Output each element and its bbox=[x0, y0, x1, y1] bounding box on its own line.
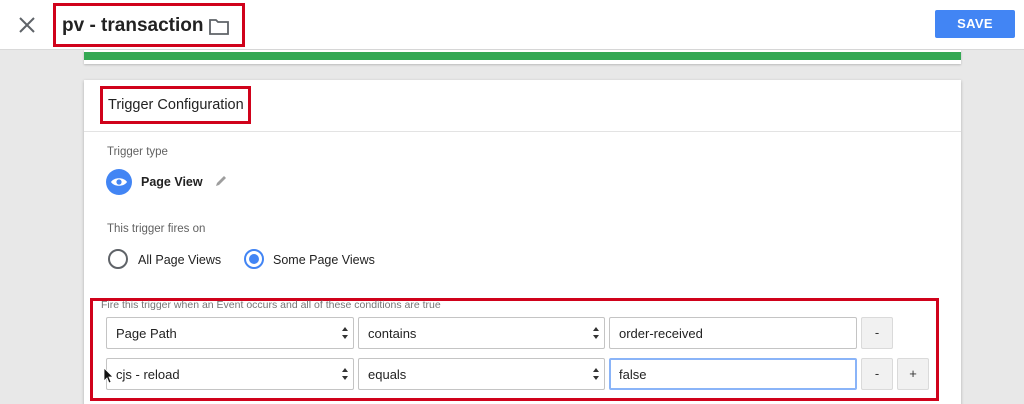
add-condition-button[interactable]: + bbox=[897, 358, 929, 390]
condition-operator-select[interactable]: equals bbox=[358, 358, 605, 390]
trigger-type-label: Trigger type bbox=[107, 146, 168, 158]
card-title-highlight: Trigger Configuration bbox=[100, 86, 251, 124]
conditions-caption: Fire this trigger when an Event occurs a… bbox=[101, 299, 441, 311]
save-button[interactable]: SAVE bbox=[935, 10, 1015, 38]
title-highlight: pv - transaction bbox=[53, 3, 245, 47]
trigger-type-name[interactable]: Page View bbox=[141, 175, 203, 189]
select-value: cjs - reload bbox=[116, 367, 180, 382]
cursor-icon bbox=[103, 367, 114, 384]
remove-condition-button[interactable]: - bbox=[861, 317, 893, 349]
card-header: Trigger Configuration bbox=[84, 80, 961, 132]
previous-card bbox=[84, 50, 961, 64]
page-view-icon bbox=[106, 169, 132, 195]
select-arrows-icon bbox=[593, 327, 599, 339]
folder-icon[interactable] bbox=[208, 17, 230, 37]
card-title: Trigger Configuration bbox=[108, 97, 244, 113]
remove-condition-button[interactable]: - bbox=[861, 358, 893, 390]
pencil-icon[interactable] bbox=[214, 174, 228, 188]
select-arrows-icon bbox=[593, 368, 599, 380]
trigger-configuration-card: Trigger Configuration Trigger type Page … bbox=[84, 80, 961, 404]
status-strip bbox=[84, 52, 961, 60]
condition-value-input[interactable] bbox=[609, 317, 857, 349]
condition-operator-select[interactable]: contains bbox=[358, 317, 605, 349]
fires-on-label: This trigger fires on bbox=[107, 223, 206, 235]
eye-icon bbox=[111, 178, 127, 186]
select-arrows-icon bbox=[342, 327, 348, 339]
radio-all-page-views[interactable] bbox=[108, 249, 128, 269]
condition-variable-select[interactable]: cjs - reload bbox=[106, 358, 354, 390]
select-value: Page Path bbox=[116, 326, 177, 341]
radio-some-page-views[interactable] bbox=[244, 249, 264, 269]
top-bar: pv - transaction SAVE bbox=[0, 0, 1024, 50]
select-value: equals bbox=[368, 367, 407, 382]
close-icon[interactable] bbox=[14, 12, 40, 38]
condition-variable-select[interactable]: Page Path bbox=[106, 317, 354, 349]
page-title[interactable]: pv - transaction bbox=[62, 15, 203, 37]
radio-label-some-page-views: Some Page Views bbox=[273, 253, 375, 267]
select-value: contains bbox=[368, 326, 417, 341]
radio-label-all-page-views: All Page Views bbox=[138, 253, 222, 267]
condition-value-input[interactable] bbox=[609, 358, 857, 390]
select-arrows-icon bbox=[342, 368, 348, 380]
